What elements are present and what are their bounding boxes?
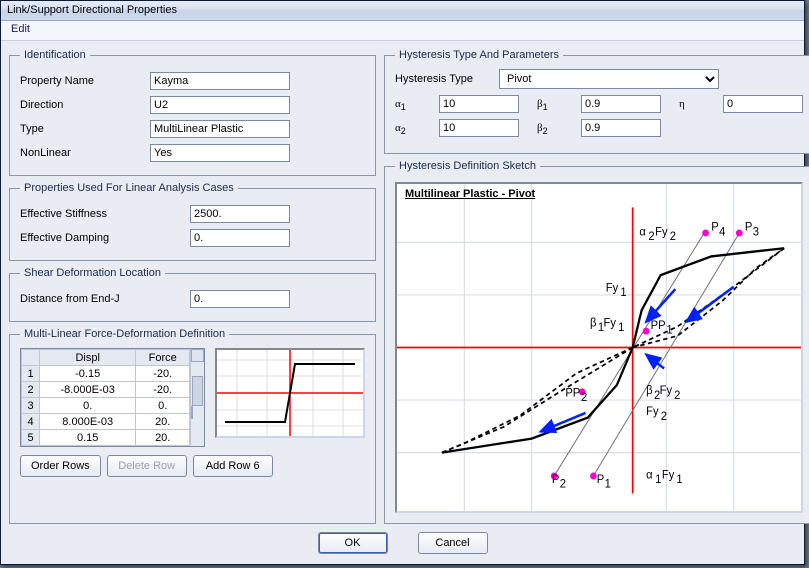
distance-endj-input[interactable]: [190, 290, 290, 308]
svg-text:Fy: Fy: [660, 385, 673, 397]
svg-text:P: P: [745, 222, 753, 234]
svg-text:PP: PP: [565, 387, 580, 399]
svg-text:1: 1: [655, 474, 661, 486]
col-force: Force: [136, 350, 190, 366]
add-row-button[interactable]: Add Row 6: [193, 455, 273, 477]
nonlinear-field: [150, 144, 290, 162]
svg-text:2: 2: [581, 392, 587, 404]
svg-text:2: 2: [670, 231, 676, 243]
svg-text:P: P: [597, 474, 605, 486]
table-row: 50.1520.: [22, 430, 190, 446]
distance-endj-label: Distance from End-J: [20, 293, 190, 305]
type-field: [150, 120, 290, 138]
ok-button[interactable]: OK: [318, 532, 388, 554]
effective-stiffness-input[interactable]: [190, 205, 290, 223]
effective-stiffness-label: Effective Stiffness: [20, 208, 190, 220]
sketch-title: Multilinear Plastic - Pivot: [405, 188, 535, 200]
scroll-down-icon[interactable]: [191, 406, 193, 419]
svg-text:Fy: Fy: [646, 406, 659, 418]
hysteresis-sketch: Multilinear Plastic - Pivot: [395, 182, 803, 513]
type-label: Type: [20, 123, 150, 135]
svg-text:1: 1: [620, 287, 626, 299]
svg-text:4: 4: [719, 226, 726, 238]
svg-text:α: α: [646, 469, 653, 481]
window-title: Link/Support Directional Properties: [7, 4, 177, 16]
beta1-input[interactable]: [581, 95, 661, 113]
linear-analysis-legend: Properties Used For Linear Analysis Case…: [20, 182, 238, 194]
col-displ: Displ: [40, 350, 136, 366]
delete-row-button: Delete Row: [107, 455, 187, 477]
svg-text:β: β: [646, 385, 653, 397]
svg-text:β: β: [590, 317, 597, 329]
direction-field: [150, 96, 290, 114]
svg-text:Fy: Fy: [606, 282, 619, 294]
order-rows-button[interactable]: Order Rows: [20, 455, 101, 477]
hysteresis-type-label: Hysteresis Type: [395, 73, 495, 85]
hysteresis-type-select[interactable]: Pivot: [499, 69, 719, 89]
svg-text:Fy: Fy: [603, 317, 616, 329]
table-row: 2-8.000E-03-20.: [22, 382, 190, 398]
nonlinear-label: NonLinear: [20, 147, 150, 159]
svg-text:1: 1: [666, 324, 672, 336]
svg-text:2: 2: [560, 478, 566, 490]
menu-bar: Edit: [1, 21, 804, 41]
svg-text:1: 1: [676, 474, 682, 486]
scroll-thumb[interactable]: [192, 376, 203, 406]
hysteresis-sketch-legend: Hysteresis Definition Sketch: [395, 160, 540, 172]
hysteresis-sketch-group: Hysteresis Definition Sketch Multilinear…: [384, 160, 809, 524]
svg-text:1: 1: [618, 322, 624, 334]
mini-force-deformation-graph: [215, 348, 365, 438]
svg-text:2: 2: [661, 411, 667, 423]
svg-text:PP: PP: [651, 320, 666, 332]
table-row: 30.0.: [22, 398, 190, 414]
shear-deformation-legend: Shear Deformation Location: [20, 267, 165, 279]
cancel-button[interactable]: Cancel: [418, 532, 488, 554]
force-deformation-group: Multi-Linear Force-Deformation Definitio…: [9, 328, 376, 524]
effective-damping-input[interactable]: [190, 229, 290, 247]
property-name-field: [150, 72, 290, 90]
eta-input[interactable]: [723, 95, 803, 113]
svg-text:P: P: [552, 474, 560, 486]
scroll-up-icon[interactable]: [191, 349, 204, 362]
svg-text:P: P: [711, 222, 719, 234]
svg-text:2: 2: [648, 231, 654, 243]
svg-text:3: 3: [753, 226, 759, 238]
svg-text:α: α: [639, 226, 646, 238]
linear-analysis-group: Properties Used For Linear Analysis Case…: [9, 182, 376, 261]
hysteresis-params-legend: Hysteresis Type And Parameters: [395, 49, 563, 61]
table-scrollbar[interactable]: [190, 349, 204, 446]
effective-damping-label: Effective Damping: [20, 232, 190, 244]
alpha1-input[interactable]: [439, 95, 519, 113]
direction-label: Direction: [20, 99, 150, 111]
force-deformation-table[interactable]: Displ Force 1-0.15-20. 2-8.000E-03-20. 3…: [20, 348, 205, 447]
property-name-label: Property Name: [20, 75, 150, 87]
force-deformation-legend: Multi-Linear Force-Deformation Definitio…: [20, 328, 229, 340]
table-row: 1-0.15-20.: [22, 366, 190, 382]
hysteresis-params-group: Hysteresis Type And Parameters Hysteresi…: [384, 49, 809, 154]
identification-group: Identification Property Name Direction T…: [9, 49, 376, 176]
svg-text:Fy: Fy: [655, 226, 668, 238]
beta2-input[interactable]: [581, 119, 661, 137]
shear-deformation-group: Shear Deformation Location Distance from…: [9, 267, 376, 322]
title-bar: Link/Support Directional Properties: [1, 1, 804, 21]
menu-edit[interactable]: Edit: [5, 21, 36, 37]
table-row: 48.000E-0320.: [22, 414, 190, 430]
svg-text:1: 1: [605, 478, 611, 490]
svg-text:2: 2: [674, 390, 680, 402]
svg-text:Fy: Fy: [662, 469, 675, 481]
identification-legend: Identification: [20, 49, 90, 61]
alpha2-input[interactable]: [439, 119, 519, 137]
